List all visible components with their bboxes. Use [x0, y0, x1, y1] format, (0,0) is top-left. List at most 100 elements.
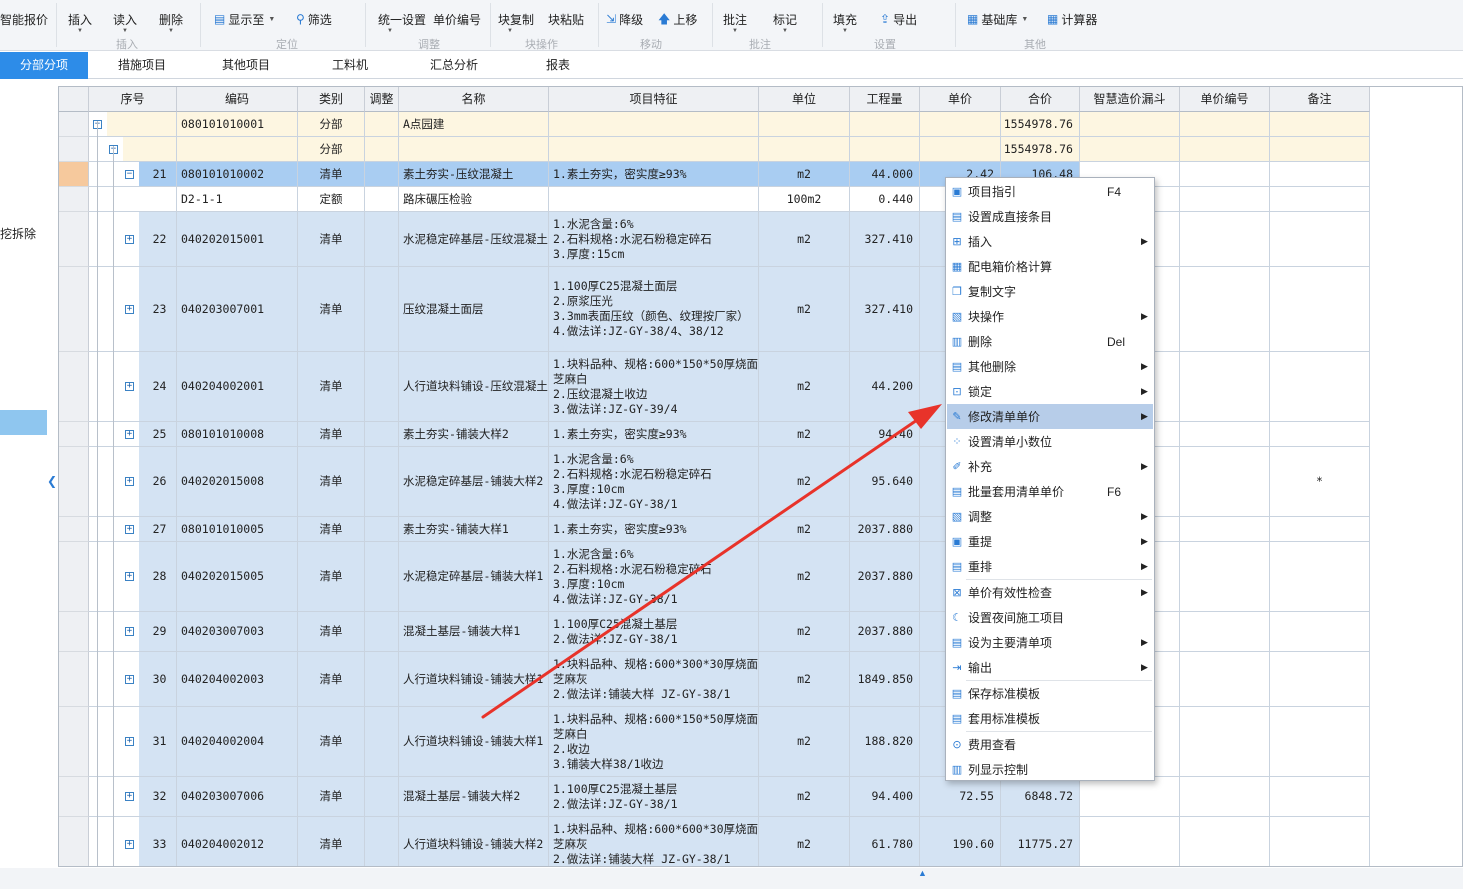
row-header[interactable] — [59, 447, 89, 517]
cell-feature[interactable] — [549, 137, 759, 162]
cell-code[interactable] — [177, 137, 298, 162]
cell-pcode[interactable] — [1180, 777, 1270, 817]
row-header[interactable] — [59, 422, 89, 447]
toolbar-button-2[interactable]: 读入 — [113, 8, 137, 30]
cell-name[interactable]: A点园建 — [399, 112, 549, 137]
toolbar-button-9[interactable]: 块粘贴 — [548, 8, 584, 30]
cell-adj[interactable] — [365, 517, 399, 542]
cell-unit[interactable]: m2 — [759, 517, 850, 542]
cell-remark[interactable] — [1270, 652, 1370, 707]
cell-feature[interactable]: 1.素土夯实，密实度≥93% — [549, 162, 759, 187]
cell-unit[interactable]: m2 — [759, 352, 850, 422]
cell-unit[interactable]: 100m2 — [759, 187, 850, 212]
cell-adj[interactable] — [365, 267, 399, 352]
cell-funnel[interactable] — [1080, 137, 1180, 162]
dropdown-caret-icon[interactable]: ▼ — [168, 28, 174, 34]
cell-adj[interactable] — [365, 187, 399, 212]
column-header-feature[interactable]: 项目特征 — [549, 87, 759, 112]
cell-qty[interactable]: 94.40 — [850, 422, 920, 447]
cell-name[interactable]: 人行道块料铺设-压纹混凝土 — [399, 352, 549, 422]
cell-pcode[interactable] — [1180, 612, 1270, 652]
cell-unit[interactable]: m2 — [759, 267, 850, 352]
cell-name[interactable]: 素土夯实-铺装大样2 — [399, 422, 549, 447]
cell-type[interactable]: 清单 — [298, 817, 365, 866]
panel-collapse-icon[interactable]: ❮ — [47, 474, 57, 488]
cell-type[interactable]: 清单 — [298, 652, 365, 707]
cell-name[interactable]: 压纹混凝土面层 — [399, 267, 549, 352]
dropdown-caret-icon[interactable]: ▼ — [77, 28, 83, 34]
menu-item-4[interactable]: ❐ 复制文字 — [947, 279, 1153, 304]
cell-feature[interactable]: 1.块料品种、规格:600*150*50厚烧面芝麻白 2.压纹混凝土收边 3.做… — [549, 352, 759, 422]
cell-pcode[interactable] — [1180, 517, 1270, 542]
cell-unit[interactable]: m2 — [759, 212, 850, 267]
menu-item-3[interactable]: ▦ 配电箱价格计算 — [947, 254, 1153, 279]
cell-type[interactable]: 清单 — [298, 162, 365, 187]
cell-code[interactable]: 080101010008 — [177, 422, 298, 447]
dropdown-caret-icon[interactable]: ▼ — [732, 28, 738, 34]
cell-type[interactable]: 清单 — [298, 777, 365, 817]
cell-name[interactable]: 水泥稳定碎基层-压纹混凝土 — [399, 212, 549, 267]
toolbar-button-3[interactable]: 删除 — [159, 8, 183, 30]
row-header[interactable] — [59, 137, 89, 162]
column-header-funnel[interactable]: 智慧造价漏斗 — [1080, 87, 1180, 112]
menu-item-22[interactable]: ⊙ 费用查看 — [947, 732, 1153, 757]
tab-3[interactable]: 工料机 — [296, 52, 404, 79]
expand-node-icon[interactable]: + — [125, 572, 134, 581]
cell-adj[interactable] — [365, 652, 399, 707]
cell-unit[interactable]: m2 — [759, 817, 850, 866]
cell-unit[interactable] — [759, 112, 850, 137]
cell-pcode[interactable] — [1180, 112, 1270, 137]
cell-remark[interactable] — [1270, 707, 1370, 777]
cell-code[interactable]: 040202015005 — [177, 542, 298, 612]
cell-code[interactable]: 040204002003 — [177, 652, 298, 707]
dropdown-caret-icon[interactable]: ▼ — [122, 28, 128, 34]
cell-pcode[interactable] — [1180, 212, 1270, 267]
row-header[interactable] — [59, 817, 89, 866]
cell-pcode[interactable] — [1180, 542, 1270, 612]
cell-price[interactable]: 190.60 — [920, 817, 1001, 866]
expand-node-icon[interactable]: + — [125, 304, 134, 314]
row-header[interactable] — [59, 112, 89, 137]
cell-code[interactable]: 040203007003 — [177, 612, 298, 652]
cell-total[interactable]: 1554978.76 — [1001, 137, 1080, 162]
menu-item-6[interactable]: ▥ 删除 Del — [947, 329, 1153, 354]
cell-qty[interactable]: 95.640 — [850, 447, 920, 517]
column-header-code[interactable]: 编码 — [177, 87, 298, 112]
cell-type[interactable]: 分部 — [298, 137, 365, 162]
toolbar-button-12[interactable]: 批注 — [723, 8, 747, 30]
cell-code[interactable]: 040203007001 — [177, 267, 298, 352]
dropdown-caret-icon[interactable]: ▼ — [387, 28, 393, 34]
cell-code[interactable]: 040203007006 — [177, 777, 298, 817]
tab-5[interactable]: 报表 — [504, 52, 612, 79]
cell-pcode[interactable] — [1180, 817, 1270, 866]
cell-qty[interactable]: 2037.880 — [850, 612, 920, 652]
menu-item-13[interactable]: ▧ 调整 ▶ — [947, 504, 1153, 529]
row-header[interactable] — [59, 212, 89, 267]
cell-type[interactable]: 清单 — [298, 612, 365, 652]
cell-feature[interactable] — [549, 187, 759, 212]
cell-price[interactable]: 72.55 — [920, 777, 1001, 817]
cell-remark[interactable] — [1270, 422, 1370, 447]
cell-unit[interactable]: m2 — [759, 612, 850, 652]
cell-adj[interactable] — [365, 212, 399, 267]
toolbar-button-6[interactable]: 统一设置 — [378, 8, 426, 30]
cell-type[interactable]: 清单 — [298, 517, 365, 542]
tab-2[interactable]: 其他项目 — [196, 52, 296, 79]
cell-unit[interactable] — [759, 137, 850, 162]
cell-seq[interactable] — [89, 112, 177, 137]
cell-funnel[interactable] — [1080, 112, 1180, 137]
cell-adj[interactable] — [365, 112, 399, 137]
cell-adj[interactable] — [365, 542, 399, 612]
menu-item-18[interactable]: ▤ 设为主要清单项 ▶ — [947, 630, 1153, 655]
cell-remark[interactable] — [1270, 542, 1370, 612]
toolbar-button-17[interactable]: ▦ 计算器 — [1047, 8, 1097, 30]
dropdown-caret-icon[interactable]: ▼ — [782, 28, 788, 34]
cell-feature[interactable]: 1.素土夯实，密实度≥93% — [549, 517, 759, 542]
cell-feature[interactable]: 1.块料品种、规格:600*150*50厚烧面芝麻白 2.收边 3.铺装大样38… — [549, 707, 759, 777]
cell-code[interactable]: D2-1-1 — [177, 187, 298, 212]
cell-feature[interactable]: 1.素土夯实，密实度≥93% — [549, 422, 759, 447]
cell-funnel[interactable] — [1080, 817, 1180, 866]
cell-unit[interactable]: m2 — [759, 422, 850, 447]
row-header[interactable] — [59, 542, 89, 612]
menu-item-10[interactable]: ⁘ 设置清单小数位 — [947, 429, 1153, 454]
